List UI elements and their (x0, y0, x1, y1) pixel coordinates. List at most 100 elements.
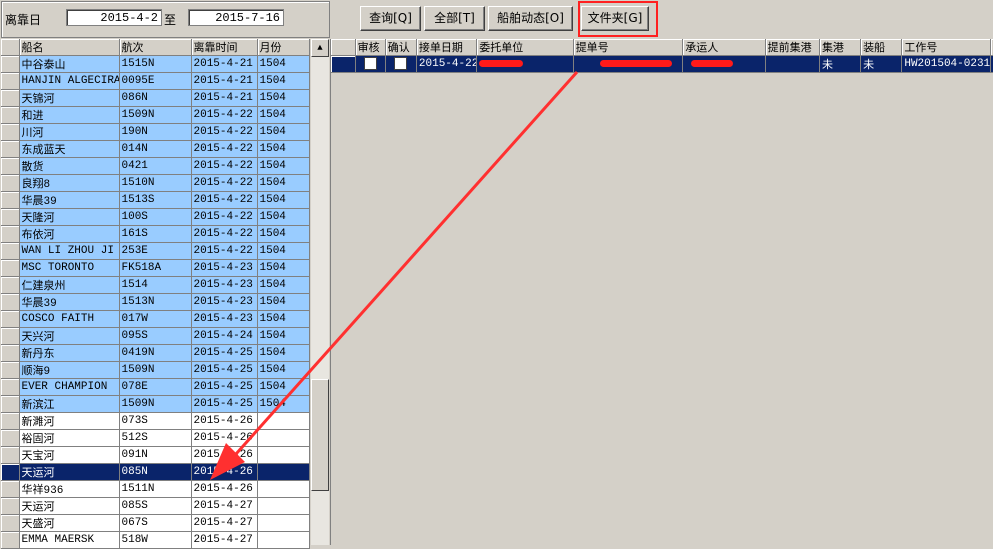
voyage-cell[interactable]: 1513S (119, 191, 192, 209)
ship-list-scrollbar[interactable]: ▲ (310, 39, 329, 545)
month-cell[interactable]: 1504 (257, 395, 310, 413)
ship-row[interactable]: 东成蓝天 014N 2015-4-22 1504 (1, 140, 310, 158)
ship-name-cell[interactable]: 天宝河 (19, 446, 120, 464)
month-cell[interactable]: 1504 (257, 293, 310, 311)
ship-name-cell[interactable]: 天兴河 (19, 327, 120, 345)
berth-time-cell[interactable]: 2015-4-25 (191, 395, 258, 413)
month-cell[interactable] (257, 429, 310, 447)
month-cell[interactable]: 1504 (257, 140, 310, 158)
month-cell[interactable]: 1504 (257, 174, 310, 192)
month-cell[interactable]: 1504 (257, 344, 310, 362)
ship-name-cell[interactable]: 和进 (19, 106, 120, 124)
ship-row[interactable]: 新濉河 073S 2015-4-26 (1, 412, 310, 430)
ship-row[interactable]: COSCO FAITH 017W 2015-4-23 1504 (1, 310, 310, 328)
ship-name-cell[interactable]: EMMA MAERSK (19, 531, 120, 549)
month-cell[interactable]: 1504 (257, 259, 310, 277)
column-header-review[interactable]: 审核 (355, 39, 386, 56)
review-checkbox[interactable] (363, 57, 377, 71)
column-header-month[interactable]: 月份 (257, 39, 310, 56)
ship-name-cell[interactable]: 华晨39 (19, 191, 120, 209)
berth-time-cell[interactable]: 2015-4-26 (191, 412, 258, 430)
berth-time-cell[interactable]: 2015-4-23 (191, 259, 258, 277)
query-button[interactable]: 查询[Q] (360, 6, 421, 31)
berth-time-cell[interactable]: 2015-4-22 (191, 123, 258, 141)
ship-row[interactable]: 良翔8 1510N 2015-4-22 1504 (1, 174, 310, 192)
voyage-cell[interactable]: 100S (119, 208, 192, 226)
voyage-cell[interactable]: 1509N (119, 395, 192, 413)
month-cell[interactable]: 1504 (257, 106, 310, 124)
ship-name-cell[interactable]: HANJIN ALGECIRAS (19, 72, 120, 90)
month-cell[interactable] (257, 480, 310, 498)
voyage-cell[interactable]: 078E (119, 378, 192, 396)
column-header-work-number[interactable]: 工作号 (901, 39, 991, 56)
month-cell[interactable]: 1504 (257, 361, 310, 379)
ship-row[interactable]: 华祥936 1511N 2015-4-26 (1, 480, 310, 498)
voyage-cell[interactable]: 161S (119, 225, 192, 243)
ship-name-cell[interactable]: 良翔8 (19, 174, 120, 192)
berth-time-cell[interactable]: 2015-4-23 (191, 310, 258, 328)
ship-name-cell[interactable]: 天锦河 (19, 89, 120, 107)
month-cell[interactable] (257, 463, 310, 481)
voyage-cell[interactable]: 014N (119, 140, 192, 158)
ship-name-cell[interactable]: 布依河 (19, 225, 120, 243)
work-number-cell[interactable]: HW201504-0231 (901, 55, 991, 73)
voyage-cell[interactable]: 1511N (119, 480, 192, 498)
gather-cell[interactable]: 未 (819, 55, 862, 73)
ship-name-cell[interactable]: 东成蓝天 (19, 140, 120, 158)
ship-row[interactable]: 天运河 085S 2015-4-27 (1, 497, 310, 515)
ship-name-cell[interactable]: 裕固河 (19, 429, 120, 447)
berth-time-cell[interactable]: 2015-4-22 (191, 140, 258, 158)
voyage-cell[interactable]: 0095E (119, 72, 192, 90)
berth-time-cell[interactable]: 2015-4-21 (191, 72, 258, 90)
ship-name-cell[interactable]: MSC TORONTO (19, 259, 120, 277)
folder-button[interactable]: 文件夹[G] (581, 6, 649, 31)
from-date-input[interactable]: 2015-4-2 (66, 9, 162, 26)
client-cell[interactable] (476, 55, 574, 73)
voyage-cell[interactable]: 1509N (119, 361, 192, 379)
berth-time-cell[interactable]: 2015-4-22 (191, 242, 258, 260)
ship-row[interactable]: MSC TORONTO FK518A 2015-4-23 1504 (1, 259, 310, 277)
confirm-checkbox[interactable] (393, 57, 407, 71)
to-date-input[interactable]: 2015-7-16 (188, 9, 284, 26)
berth-time-cell[interactable]: 2015-4-22 (191, 157, 258, 175)
column-header-gather[interactable]: 集港 (819, 39, 862, 56)
order-date-cell[interactable]: 2015-4-22 (416, 55, 478, 73)
ship-row[interactable]: 布依河 161S 2015-4-22 1504 (1, 225, 310, 243)
ship-name-cell[interactable]: 川河 (19, 123, 120, 141)
confirm-checkbox-cell[interactable] (385, 55, 417, 73)
berth-time-cell[interactable]: 2015-4-22 (191, 225, 258, 243)
berth-time-cell[interactable]: 2015-4-21 (191, 55, 258, 73)
month-cell[interactable] (257, 514, 310, 532)
ship-dynamics-button[interactable]: 船舶动态[O] (488, 6, 573, 31)
review-checkbox-cell[interactable] (355, 55, 386, 73)
berth-time-cell[interactable]: 2015-4-23 (191, 293, 258, 311)
month-cell[interactable] (257, 412, 310, 430)
column-header-load[interactable]: 装船 (860, 39, 903, 56)
column-header-order-date[interactable]: 接单日期 (416, 39, 478, 56)
berth-time-cell[interactable]: 2015-4-24 (191, 327, 258, 345)
month-cell[interactable]: 1504 (257, 191, 310, 209)
ship-row[interactable]: 天宝河 091N 2015-4-26 (1, 446, 310, 464)
ship-name-cell[interactable]: 中谷泰山 (19, 55, 120, 73)
ship-name-cell[interactable]: 天运河 (19, 463, 120, 481)
ship-row[interactable]: 天兴河 095S 2015-4-24 1504 (1, 327, 310, 345)
ship-name-cell[interactable]: 华祥936 (19, 480, 120, 498)
column-header-carrier[interactable]: 承运人 (682, 39, 766, 56)
ship-name-cell[interactable]: WAN LI ZHOU JI 1 (19, 242, 120, 260)
month-cell[interactable]: 1504 (257, 276, 310, 294)
berth-time-cell[interactable]: 2015-4-26 (191, 446, 258, 464)
column-header-confirm[interactable]: 确认 (385, 39, 417, 56)
column-header-berth-time[interactable]: 离靠时间 (191, 39, 258, 56)
ship-name-cell[interactable]: 新濉河 (19, 412, 120, 430)
berth-time-cell[interactable]: 2015-4-22 (191, 106, 258, 124)
month-cell[interactable]: 1504 (257, 72, 310, 90)
berth-time-cell[interactable]: 2015-4-26 (191, 429, 258, 447)
month-cell[interactable]: 1504 (257, 89, 310, 107)
voyage-cell[interactable]: 017W (119, 310, 192, 328)
ship-name-cell[interactable]: 顺海9 (19, 361, 120, 379)
voyage-cell[interactable]: 190N (119, 123, 192, 141)
bl-number-cell[interactable] (573, 55, 684, 73)
voyage-cell[interactable]: 1510N (119, 174, 192, 192)
voyage-cell[interactable]: 073S (119, 412, 192, 430)
berth-time-cell[interactable]: 2015-4-26 (191, 463, 258, 481)
